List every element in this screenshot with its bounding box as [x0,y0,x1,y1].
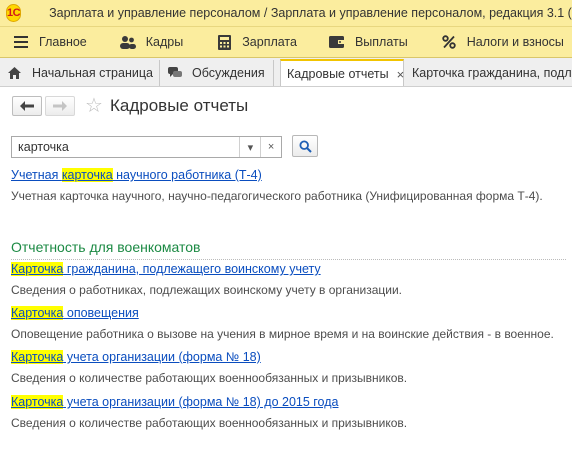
result-link-form18-2015[interactable]: Карточка учета организации (форма № 18) … [11,395,338,409]
search-input[interactable] [16,137,240,157]
section-taxes[interactable]: Налоги и взносы [440,27,564,57]
main-content: ☆ Кадровые отчеты ▾ × Учетная карточка н… [0,87,572,457]
result-description: Сведения о работниках, подлежащих воинск… [11,283,403,297]
favorite-star-icon[interactable]: ☆ [85,94,103,118]
tab-hr-reports[interactable]: Кадровые отчеты × [280,59,404,86]
section-payments[interactable]: Выплаты [328,27,408,57]
result-description: Сведения о количестве работающих военноо… [11,416,408,430]
search-highlight: Карточка [11,395,64,409]
section-salary[interactable]: Зарплата [215,27,297,57]
chat-icon [168,67,182,79]
arrow-left-icon [20,101,34,111]
result-link-text: научного работника (Т-4) [112,168,262,182]
search-highlight: карточка [61,168,113,182]
dropdown-icon[interactable]: ▾ [239,137,260,157]
section-staff-label: Кадры [145,35,184,49]
home-icon [8,67,22,79]
tab-home-label: Начальная страница [32,66,153,80]
section-salary-label: Зарплата [242,35,297,49]
result-description: Оповещение работника о вызове на учения … [11,327,554,341]
result-link-text: оповещения [63,306,139,320]
calculator-icon [215,33,233,51]
result-link-text: гражданина, подлежащего воинскому учету [63,262,321,276]
result-link-t4[interactable]: Учетная карточка научного работника (Т-4… [11,168,262,182]
arrow-right-icon [53,101,67,111]
wallet-icon [328,33,346,51]
result-description: Учетная карточка научного, научно-педаго… [11,189,543,203]
window-title: Зарплата и управление персоналом / Зарпл… [49,6,572,20]
search-icon [298,139,312,153]
section-main-label: Главное [39,35,87,49]
tab-hr-reports-label: Кадровые отчеты [287,67,389,81]
search-button[interactable] [292,135,318,157]
tab-home[interactable]: Начальная страница [0,60,160,86]
result-link-form18[interactable]: Карточка учета организации (форма № 18) [11,350,261,364]
people-icon [119,33,137,51]
tab-discussions[interactable]: Обсуждения [160,60,274,86]
tab-citizen-card[interactable]: Карточка гражданина, подлежащего воинско… [404,60,572,86]
group-divider [11,259,566,260]
sections-panel: Главное Кадры Зарплата Выплаты Налоги и … [0,26,572,58]
open-tabs-bar: Начальная страница Обсуждения Кадровые о… [0,58,572,87]
result-link-text: учета организации (форма № 18) до 2015 г… [63,395,339,409]
clear-icon[interactable]: × [260,137,281,157]
percent-icon [440,33,458,51]
search-highlight: Карточка [11,350,64,364]
app-logo: 1С [6,4,22,22]
forward-button[interactable] [45,96,75,116]
search-highlight: Карточка [11,306,64,320]
search-field[interactable]: ▾ × [11,136,282,158]
search-highlight: Карточка [11,262,64,276]
result-link-military-card[interactable]: Карточка гражданина, подлежащего воинско… [11,262,321,276]
tab-discussions-label: Обсуждения [192,66,265,80]
result-link-notification-card[interactable]: Карточка оповещения [11,306,139,320]
section-payments-label: Выплаты [354,35,408,49]
section-main[interactable]: Главное [12,27,87,57]
section-staff[interactable]: Кадры [119,27,183,57]
result-link-text: учета организации (форма № 18) [63,350,261,364]
page-title: Кадровые отчеты [110,96,249,115]
result-description: Сведения о количестве работающих военноо… [11,371,408,385]
section-taxes-label: Налоги и взносы [466,35,564,49]
group-heading: Отчетность для военкоматов [11,239,201,255]
title-bar: 1С Зарплата и управление персоналом / За… [0,0,572,26]
tab-citizen-card-label: Карточка гражданина, подлежащего воинско… [412,66,572,80]
result-link-text: Учетная [11,168,62,182]
back-button[interactable] [12,96,42,116]
menu-lines-icon [12,33,30,51]
